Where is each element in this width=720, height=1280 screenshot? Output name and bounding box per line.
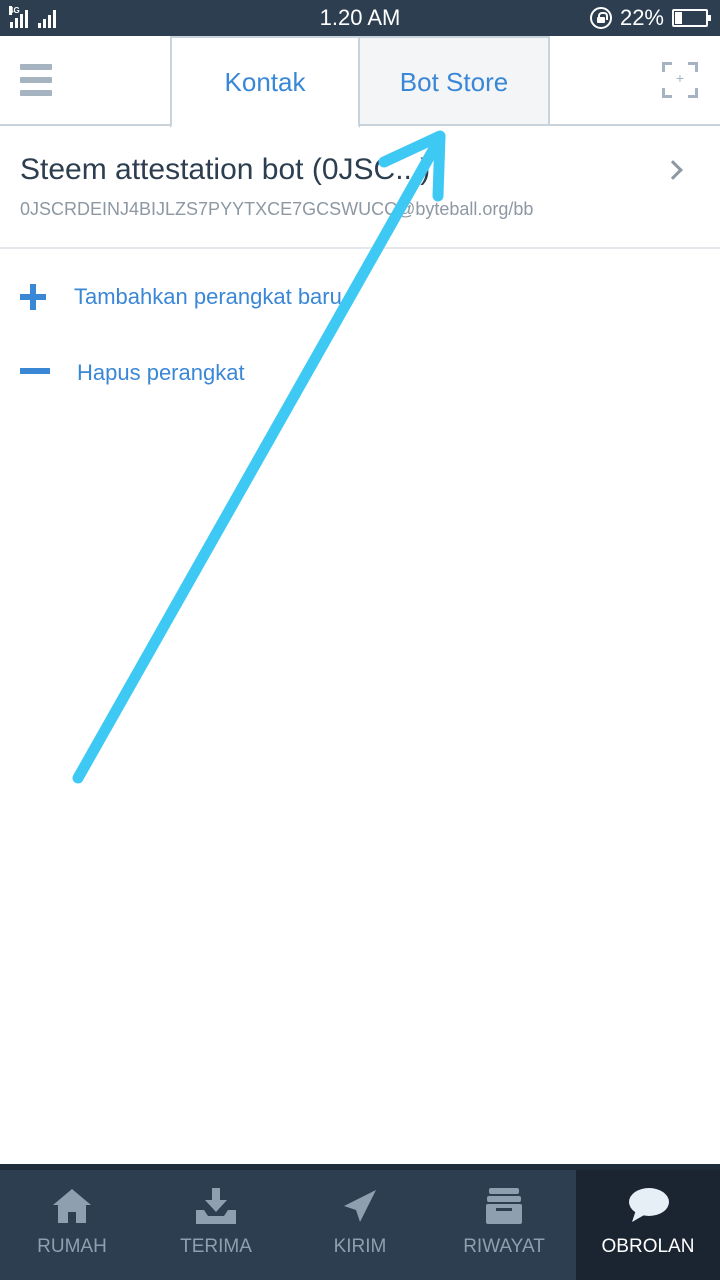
- plus-icon: [20, 284, 46, 310]
- contact-name: Steem attestation bot (0JSC...): [20, 153, 431, 186]
- battery-icon: [672, 9, 711, 27]
- add-device-button[interactable]: Tambahkan perangkat baru: [0, 268, 720, 328]
- remove-device-button[interactable]: Hapus perangkat: [0, 344, 720, 404]
- rotation-lock-icon: [589, 7, 612, 29]
- status-bar: 4G 1.20 AM 22%: [0, 0, 720, 36]
- home-icon: [53, 1189, 91, 1223]
- add-device-label: Tambahkan perangkat baru: [74, 284, 342, 309]
- status-right-group: 22%: [589, 5, 711, 30]
- nav-label-riwayat: RIWAYAT: [463, 1236, 545, 1257]
- chevron-right-icon: [663, 160, 683, 180]
- contact-list-item[interactable]: Steem attestation bot (0JSC...) 0JSCRDEI…: [0, 127, 720, 249]
- minus-icon: [20, 368, 50, 374]
- battery-percent: 22%: [619, 5, 664, 30]
- qr-scan-icon[interactable]: +: [662, 62, 698, 98]
- bottom-navigation: RUMAH TERIMA KIRIM RIWAYAT OBROLAN: [0, 1164, 720, 1280]
- nav-label-terima: TERIMA: [180, 1236, 252, 1257]
- nav-label-rumah: RUMAH: [37, 1236, 107, 1257]
- send-icon: [344, 1190, 376, 1222]
- hamburger-menu-icon[interactable]: [20, 64, 52, 96]
- nav-terima[interactable]: TERIMA: [144, 1170, 288, 1280]
- contact-address: 0JSCRDEINJ4BIJLZS7PYYTXCE7GCSWUCC@byteba…: [20, 199, 534, 219]
- nav-obrolan[interactable]: OBROLAN: [576, 1170, 720, 1280]
- tab-kontak[interactable]: Kontak: [170, 36, 360, 128]
- nav-kirim[interactable]: KIRIM: [288, 1170, 432, 1280]
- chat-icon: [629, 1188, 669, 1222]
- history-icon: [486, 1188, 522, 1224]
- nav-rumah[interactable]: RUMAH: [0, 1170, 144, 1280]
- receive-icon: [196, 1188, 236, 1224]
- battery-fill: [675, 12, 683, 24]
- nav-label-kirim: KIRIM: [333, 1236, 387, 1257]
- tab-bot-store[interactable]: Bot Store: [360, 36, 550, 126]
- nav-riwayat[interactable]: RIWAYAT: [432, 1170, 576, 1280]
- top-header: Kontak Bot Store +: [0, 36, 720, 128]
- nav-label-obrolan: OBROLAN: [601, 1236, 695, 1257]
- remove-device-label: Hapus perangkat: [77, 360, 245, 385]
